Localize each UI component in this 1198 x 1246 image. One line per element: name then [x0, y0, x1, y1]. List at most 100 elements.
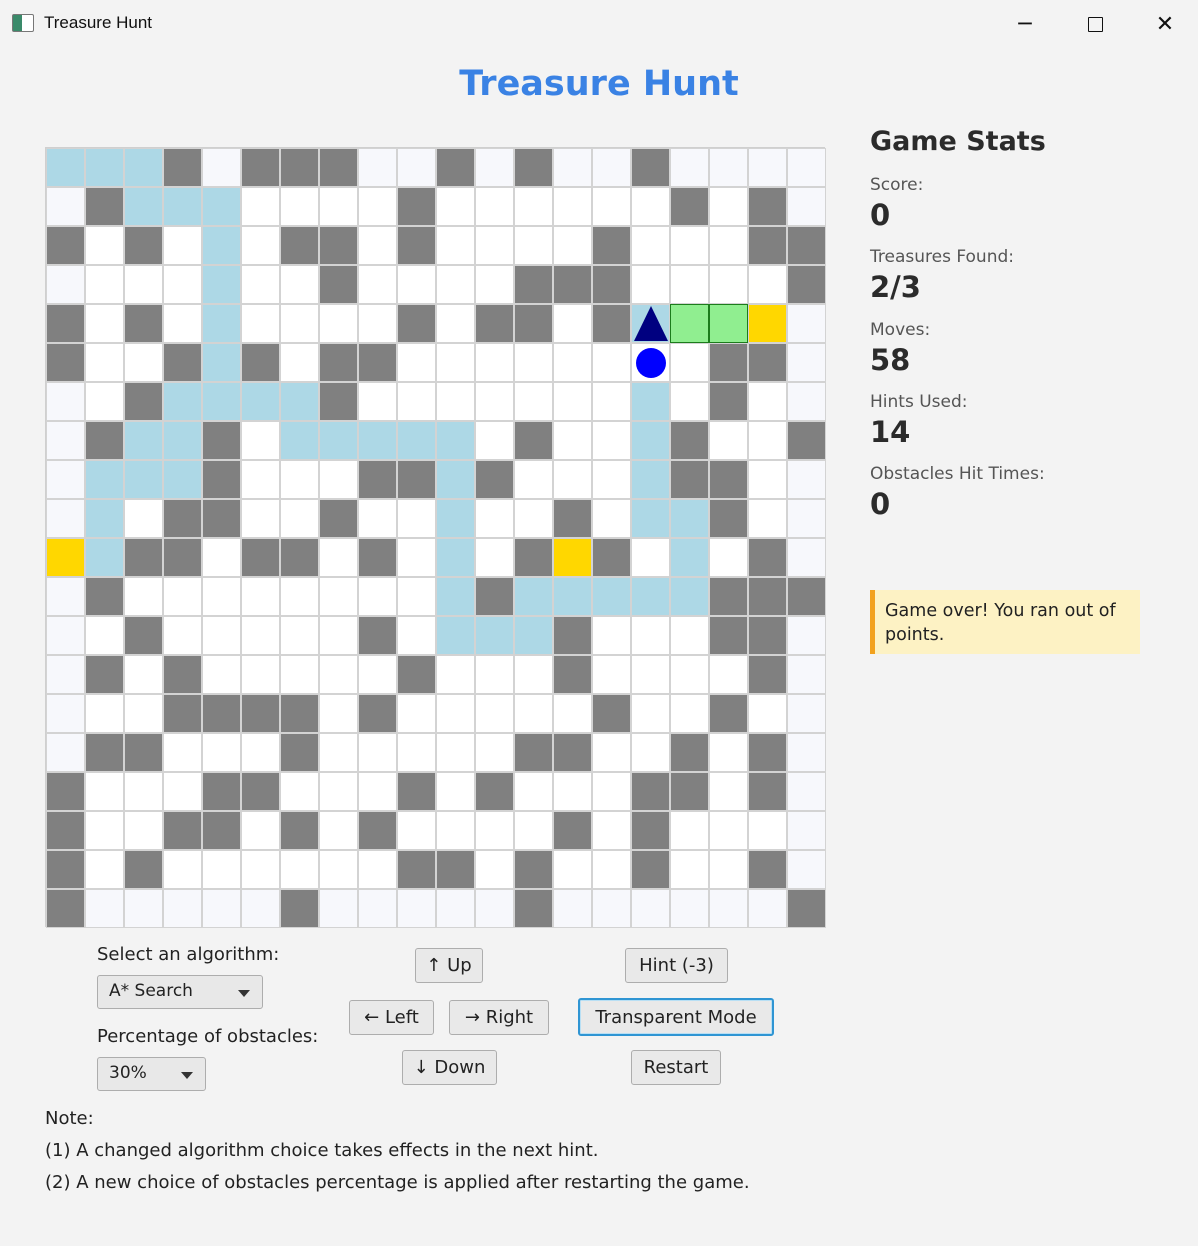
- grid-cell-hint-path: [631, 382, 670, 421]
- maximize-button[interactable]: [1072, 8, 1118, 40]
- grid-cell-empty: [436, 343, 475, 382]
- grid-cell-empty: [163, 616, 202, 655]
- grid-cell-empty: [475, 538, 514, 577]
- grid-cell-empty: [319, 655, 358, 694]
- transparent-mode-button[interactable]: Transparent Mode: [578, 998, 774, 1036]
- grid-cell-empty: [436, 733, 475, 772]
- grid-cell-empty: [241, 655, 280, 694]
- grid-cell-obstacle: [397, 304, 436, 343]
- grid-cell-obstacle: [748, 226, 787, 265]
- grid-cell-obstacle: [163, 811, 202, 850]
- game-grid[interactable]: [45, 147, 826, 928]
- grid-cell-obstacle: [748, 772, 787, 811]
- close-button[interactable]: ✕: [1142, 8, 1188, 40]
- grid-cell-obstacle: [319, 382, 358, 421]
- grid-cell-obstacle: [670, 460, 709, 499]
- grid-cell-obstacle: [748, 577, 787, 616]
- grid-cell-obstacle: [124, 616, 163, 655]
- grid-cell-empty: [163, 226, 202, 265]
- grid-cell-empty: [748, 811, 787, 850]
- grid-cell-empty: [709, 226, 748, 265]
- grid-cell-empty: [631, 733, 670, 772]
- grid-cell-obstacle: [46, 226, 85, 265]
- grid-cell-obstacle: [124, 304, 163, 343]
- grid-cell-empty: [280, 616, 319, 655]
- restart-button[interactable]: Restart: [631, 1050, 721, 1085]
- grid-cell-empty: [475, 226, 514, 265]
- grid-cell-obstacle: [592, 226, 631, 265]
- grid-cell-obstacle: [397, 460, 436, 499]
- grid-cell-light-empty: [787, 499, 826, 538]
- grid-cell-empty: [592, 343, 631, 382]
- grid-cell-obstacle: [514, 148, 553, 187]
- grid-cell-hint-path: [202, 226, 241, 265]
- grid-cell-hint-path: [124, 460, 163, 499]
- grid-cell-obstacle: [592, 265, 631, 304]
- stats-title: Game Stats: [870, 126, 1046, 157]
- obstacles-percentage-label: Percentage of obstacles:: [97, 1026, 319, 1047]
- grid-cell-obstacle: [241, 772, 280, 811]
- grid-cell-empty: [319, 460, 358, 499]
- obstacles-percentage-select[interactable]: 30%: [97, 1057, 206, 1091]
- grid-cell-light-empty: [358, 148, 397, 187]
- grid-cell-empty: [280, 772, 319, 811]
- grid-cell-light-empty: [787, 772, 826, 811]
- algorithm-select[interactable]: A* Search: [97, 975, 263, 1009]
- right-button[interactable]: → Right: [449, 1000, 549, 1035]
- score-value: 0: [870, 198, 891, 232]
- grid-cell-light-empty: [46, 655, 85, 694]
- down-button[interactable]: ↓ Down: [402, 1050, 497, 1085]
- grid-cell-empty: [709, 265, 748, 304]
- grid-cell-light-empty: [709, 889, 748, 928]
- grid-cell-empty: [85, 850, 124, 889]
- grid-cell-visited-goal: [670, 304, 709, 343]
- grid-cell-obstacle: [319, 499, 358, 538]
- grid-cell-empty: [436, 187, 475, 226]
- grid-cell-empty: [202, 538, 241, 577]
- grid-cell-obstacle: [709, 616, 748, 655]
- grid-cell-light-empty: [670, 148, 709, 187]
- grid-cell-obstacle: [124, 733, 163, 772]
- grid-cell-obstacle: [748, 187, 787, 226]
- grid-cell-light-empty: [436, 889, 475, 928]
- grid-cell-obstacle: [709, 343, 748, 382]
- game-stats-panel: Game Stats Score: 0 Treasures Found: 2/3…: [870, 126, 1150, 537]
- grid-cell-light-empty: [46, 733, 85, 772]
- grid-cell-obstacle: [319, 148, 358, 187]
- grid-cell-hint-path: [436, 616, 475, 655]
- grid-cell-obstacle: [748, 616, 787, 655]
- title-bar: Treasure Hunt ─ ✕: [0, 0, 1198, 48]
- grid-cell-light-empty: [592, 148, 631, 187]
- grid-cell-empty: [85, 382, 124, 421]
- grid-cell-obstacle: [592, 538, 631, 577]
- grid-cell-obstacle: [787, 577, 826, 616]
- grid-cell-obstacle: [787, 226, 826, 265]
- up-button[interactable]: ↑ Up: [415, 948, 483, 983]
- grid-cell-visited-goal: [709, 304, 748, 343]
- hint-button[interactable]: Hint (-3): [625, 948, 728, 983]
- grid-cell-obstacle: [280, 538, 319, 577]
- grid-cell-empty: [163, 733, 202, 772]
- grid-cell-empty: [475, 343, 514, 382]
- grid-cell-obstacle: [358, 343, 397, 382]
- grid-cell-empty: [475, 187, 514, 226]
- grid-cell-empty: [358, 187, 397, 226]
- grid-cell-obstacle: [46, 850, 85, 889]
- score-label: Score:: [870, 175, 924, 195]
- grid-cell-hint-path: [514, 616, 553, 655]
- grid-cell-obstacle: [553, 655, 592, 694]
- grid-cell-obstacle: [748, 850, 787, 889]
- grid-cell-obstacle: [748, 655, 787, 694]
- grid-cell-empty: [85, 694, 124, 733]
- minimize-button[interactable]: ─: [1002, 8, 1048, 40]
- left-button[interactable]: ← Left: [349, 1000, 434, 1035]
- grid-cell-empty: [202, 616, 241, 655]
- grid-cell-empty: [319, 772, 358, 811]
- moves-value: 58: [870, 342, 911, 377]
- grid-cell-obstacle: [514, 889, 553, 928]
- grid-cell-empty: [241, 421, 280, 460]
- grid-cell-empty: [514, 772, 553, 811]
- grid-cell-empty: [241, 733, 280, 772]
- grid-cell-hint-path: [631, 577, 670, 616]
- grid-cell-empty: [475, 499, 514, 538]
